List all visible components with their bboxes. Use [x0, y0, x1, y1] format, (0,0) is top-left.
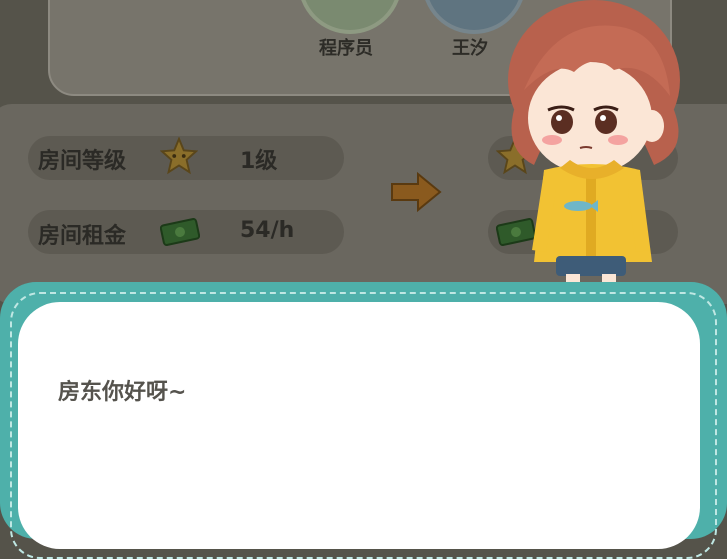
room-rent-label: 房间租金: [38, 224, 127, 249]
dialog-content-area: [18, 302, 700, 549]
star-icon: [160, 137, 198, 175]
dialog-box[interactable]: [0, 282, 727, 559]
character-sprite: [508, 0, 680, 285]
arrow-right-icon: [391, 171, 442, 213]
character-name-programmer: 程序员: [319, 38, 373, 59]
character-portrait-programmer[interactable]: [298, 0, 402, 34]
dialog-text: 房东你好呀~: [58, 380, 187, 405]
money-icon: [160, 218, 200, 246]
room-level-value: 1级: [240, 149, 278, 174]
room-rent-value: 54/h: [240, 218, 295, 243]
room-level-label: 房间等级: [38, 149, 127, 174]
